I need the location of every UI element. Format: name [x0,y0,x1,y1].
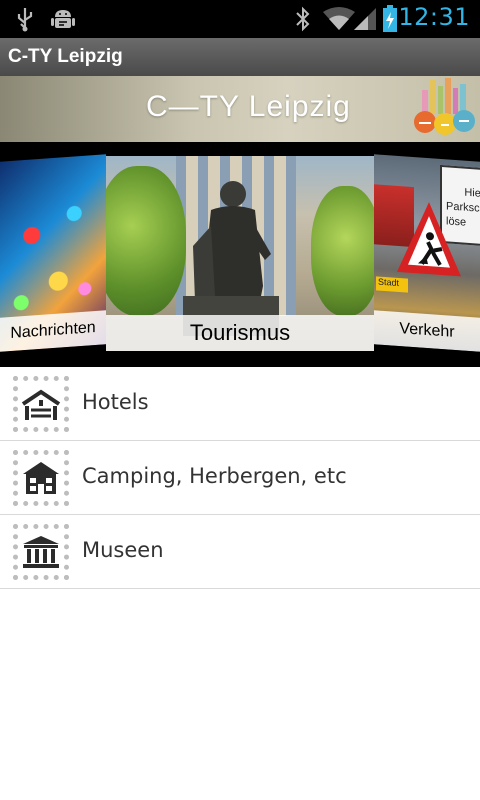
category-carousel[interactable]: Nachrichten Tourismus Hier Parksc löse S… [0,142,480,367]
app-title: C-TY Leipzig [8,46,123,67]
list-item-label: Camping, Herbergen, etc [82,464,347,488]
signal-icon [352,6,378,32]
construction-sign-icon [397,202,461,277]
building-icon [13,450,69,506]
wifi-icon [322,6,356,32]
list-item-label: Museen [82,538,164,562]
banner-logo: C—TY Leipzig [146,90,351,123]
category-list: Hotels Camping, Herbergen, etc Museen [0,367,480,589]
clock: 12:31 [398,3,470,31]
carousel-card-verkehr[interactable]: Hier Parksc löse Stadt Verkehr [374,154,480,352]
carousel-label-verkehr: Verkehr [374,310,480,352]
android-debug-icon [50,6,76,32]
list-item[interactable]: Hotels [0,367,480,441]
list-item[interactable]: Camping, Herbergen, etc [0,441,480,515]
battery-charging-icon [382,5,398,32]
carousel-card-tourismus[interactable]: Tourismus [106,156,374,351]
status-bar: 12:31 [0,0,480,38]
carousel-card-nachrichten[interactable]: Nachrichten [0,154,106,352]
city-sign: Stadt [376,276,408,293]
carousel-label-tourismus: Tourismus [106,315,374,351]
app-banner: C—TY Leipzig [0,76,480,142]
carousel-label-nachrichten: Nachrichten [0,310,106,352]
tree-right [311,186,374,316]
bach-statue-image [183,181,279,336]
hotel-icon [13,376,69,432]
usb-icon [14,6,36,32]
museum-icon [13,524,69,580]
list-item-label: Hotels [82,390,149,414]
action-bar: C-TY Leipzig [0,38,480,77]
list-item[interactable]: Museen [0,515,480,589]
bluetooth-icon [294,6,312,32]
city-skyline-logo-icon [412,76,478,142]
